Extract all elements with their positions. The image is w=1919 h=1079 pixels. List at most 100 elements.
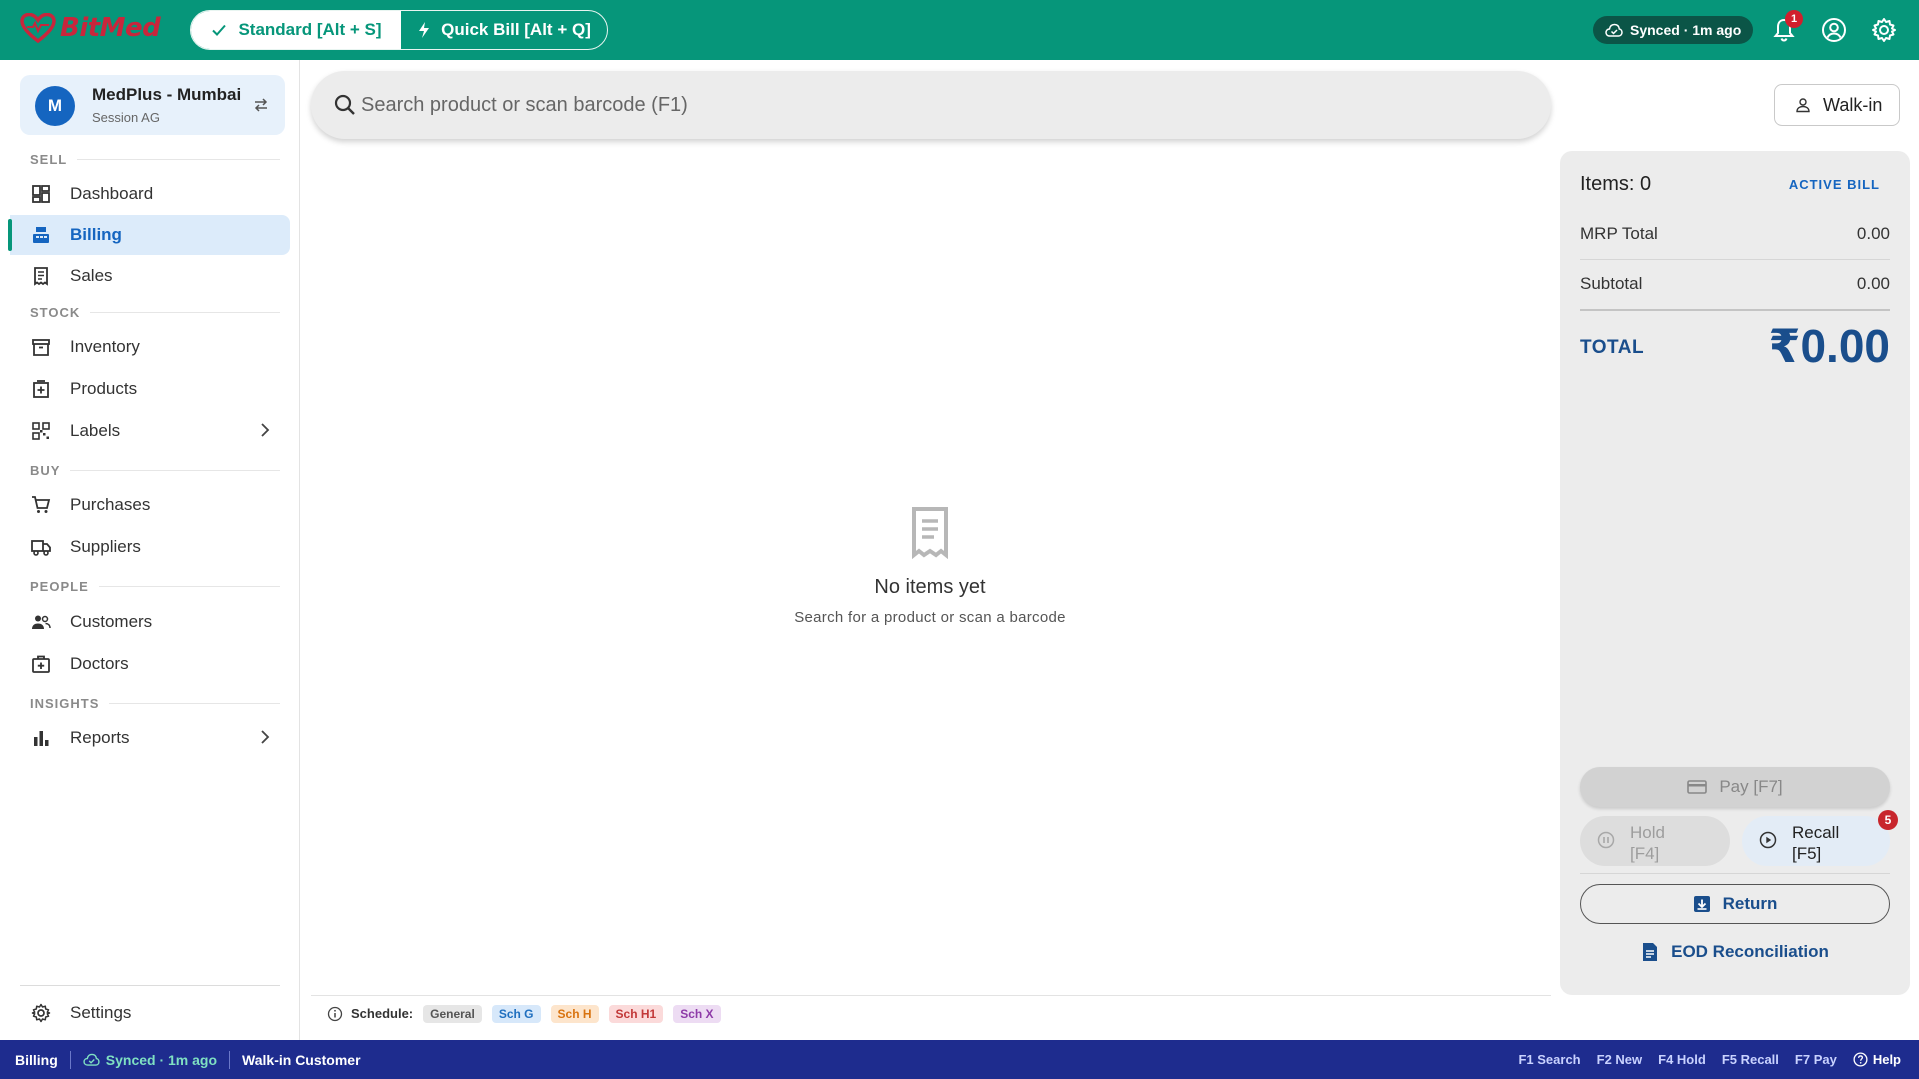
bill-summary-panel: Items: 0 ACTIVE BILL MRP Total 0.00 Subt… xyxy=(1560,151,1910,995)
return-button-label: Return xyxy=(1722,894,1778,913)
play-circle-icon xyxy=(1759,831,1777,849)
shortcut-hint: F2 New xyxy=(1596,1052,1643,1067)
sidebar-item-label: Customers xyxy=(70,612,153,631)
status-sync: Synced · 1m ago xyxy=(83,1052,217,1068)
sidebar-divider xyxy=(20,985,280,986)
gear-icon xyxy=(31,1003,51,1023)
nav-section-sell: SELL xyxy=(30,152,280,167)
account-button[interactable] xyxy=(1818,14,1850,46)
status-divider xyxy=(69,1050,71,1069)
help-button[interactable]: Help xyxy=(1853,1052,1901,1067)
grand-total-label: TOTAL xyxy=(1580,337,1645,358)
standard-mode-label: Standard [Alt + S] xyxy=(238,20,382,39)
shortcut-hint: F4 Hold xyxy=(1658,1052,1706,1067)
nav-section-stock: STOCK xyxy=(30,305,280,320)
status-bar: Billing Synced · 1m ago Walk-in Customer… xyxy=(0,1040,1919,1079)
mrp-total-label: MRP Total xyxy=(1580,224,1658,243)
sidebar-item-label: Purchases xyxy=(70,495,151,514)
store-session: Session AG xyxy=(92,110,160,125)
sidebar-item-label: Labels xyxy=(70,421,121,440)
status-bar-left: Billing Synced · 1m ago Walk-in Customer xyxy=(15,1040,361,1079)
notifications-button[interactable]: 1 xyxy=(1768,10,1803,46)
recall-button[interactable]: Recall [F5] 5 xyxy=(1742,810,1898,866)
schedule-chip-sch-x: Sch X xyxy=(673,1004,721,1023)
shopping-cart-icon xyxy=(32,496,51,513)
keyboard-shortcuts: F1 Search F2 New F4 Hold F5 Recall F7 Pa… xyxy=(1518,1052,1901,1067)
sidebar-item-purchases[interactable]: Purchases xyxy=(10,485,290,525)
sidebar-item-label: Sales xyxy=(70,266,113,285)
person-icon xyxy=(1796,98,1810,113)
empty-cart-state: No items yet Search for a product or sca… xyxy=(700,505,1160,626)
help-label: Help xyxy=(1872,1052,1901,1067)
sync-status-chip[interactable]: Synced · 1m ago xyxy=(1593,16,1754,44)
sidebar-item-settings[interactable]: Settings xyxy=(10,993,290,1033)
sidebar-item-sales[interactable]: Sales xyxy=(10,256,290,296)
sidebar-item-inventory[interactable]: Inventory xyxy=(10,327,290,367)
nav-section-stock-label: STOCK xyxy=(30,305,81,320)
check-icon xyxy=(212,24,227,36)
nav-section-insights-label: INSIGHTS xyxy=(30,696,100,711)
sidebar-item-doctors[interactable]: Doctors xyxy=(10,644,290,684)
bill-status-label: ACTIVE BILL xyxy=(1788,177,1880,192)
lightning-icon xyxy=(419,22,430,38)
subtotal-value: 0.00 xyxy=(1856,274,1890,293)
bill-divider xyxy=(1580,873,1890,874)
cloud-check-icon xyxy=(1605,23,1623,37)
hold-button-shortcut: [F4] xyxy=(1630,844,1660,863)
sidebar-item-label: Products xyxy=(70,379,138,398)
eod-reconciliation-button[interactable]: EOD Reconciliation xyxy=(1580,937,1890,967)
archive-box-icon xyxy=(32,339,50,356)
app-name: BitMed xyxy=(60,13,161,43)
product-search-bar xyxy=(311,71,1551,139)
return-button[interactable]: Return xyxy=(1580,884,1890,924)
store-avatar: M xyxy=(35,86,75,126)
medical-bag-icon xyxy=(32,655,50,673)
mrp-total-row: MRP Total 0.00 xyxy=(1580,224,1890,244)
pause-circle-icon xyxy=(1597,831,1615,849)
pay-button[interactable]: Pay [F7] xyxy=(1580,767,1890,807)
customer-select-button[interactable]: Walk-in xyxy=(1774,84,1900,126)
billing-mode-toggle: Standard [Alt + S] Quick Bill [Alt + Q] xyxy=(190,10,608,50)
held-bills-count-badge: 5 xyxy=(1878,810,1898,830)
empty-state-title: No items yet xyxy=(874,576,986,598)
bill-divider xyxy=(1580,259,1890,260)
eod-reconciliation-label: EOD Reconciliation xyxy=(1671,942,1829,961)
document-icon xyxy=(1643,943,1658,961)
quick-bill-mode-label: Quick Bill [Alt + Q] xyxy=(441,20,591,39)
sidebar-item-labels[interactable]: Labels xyxy=(10,411,290,451)
hold-button[interactable]: Hold [F4] xyxy=(1580,816,1730,866)
sidebar-item-reports[interactable]: Reports xyxy=(10,718,290,758)
nav-section-sell-label: SELL xyxy=(30,152,68,167)
info-icon xyxy=(327,1006,343,1021)
status-divider xyxy=(229,1050,231,1069)
nav-section-people-label: PEOPLE xyxy=(30,579,89,594)
sidebar-item-label: Suppliers xyxy=(70,537,141,556)
shortcut-hint: F1 Search xyxy=(1518,1052,1581,1067)
sidebar-item-label: Reports xyxy=(70,728,130,747)
app-logo[interactable]: BitMed xyxy=(20,13,161,43)
sidebar-item-dashboard[interactable]: Dashboard xyxy=(10,174,290,214)
sidebar: M MedPlus - Mumbai Session AG SELL Dashb… xyxy=(0,60,300,1041)
settings-button[interactable] xyxy=(1868,14,1900,46)
sidebar-item-customers[interactable]: Customers xyxy=(10,602,290,642)
product-search-input[interactable] xyxy=(361,71,1511,139)
medicine-box-icon xyxy=(33,380,49,398)
sidebar-item-products[interactable]: Products xyxy=(10,369,290,409)
schedule-chip-sch-h: Sch H xyxy=(550,1004,599,1023)
swap-icon xyxy=(254,98,268,112)
recall-button-shortcut: [F5] xyxy=(1792,844,1822,863)
mrp-total-value: 0.00 xyxy=(1856,224,1890,243)
sidebar-item-billing[interactable]: Billing xyxy=(8,215,290,255)
quick-bill-mode-button[interactable]: Quick Bill [Alt + Q] xyxy=(401,11,607,49)
sidebar-item-suppliers[interactable]: Suppliers xyxy=(10,527,290,567)
subtotal-row: Subtotal 0.00 xyxy=(1580,274,1890,294)
sidebar-item-label: Settings xyxy=(70,1003,132,1022)
cash-register-icon xyxy=(33,227,49,243)
dashboard-icon xyxy=(32,185,50,203)
standard-mode-button[interactable]: Standard [Alt + S] xyxy=(191,11,401,49)
store-switcher[interactable]: M MedPlus - Mumbai Session AG xyxy=(20,75,285,135)
nav-section-people: PEOPLE xyxy=(30,579,280,594)
schedule-label: Schedule: xyxy=(351,1006,414,1021)
chevron-right-icon xyxy=(261,423,270,437)
empty-state-subtitle: Search for a product or scan a barcode xyxy=(794,609,1066,626)
